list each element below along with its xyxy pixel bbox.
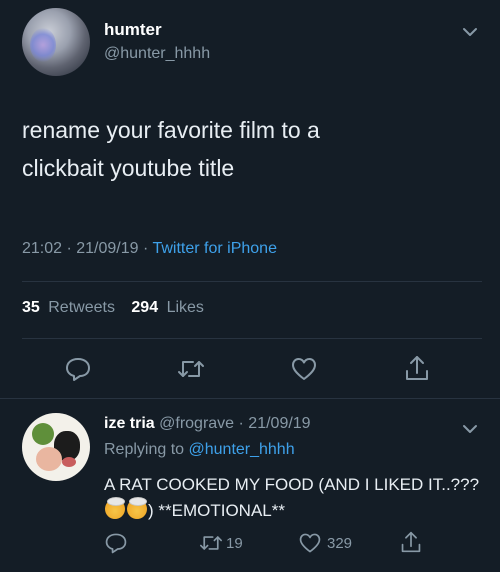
reply-display-name[interactable]: ize tria — [104, 415, 155, 432]
source-link[interactable]: Twitter for iPhone — [152, 240, 277, 257]
share-icon[interactable] — [400, 530, 422, 559]
user-handle[interactable]: @hunter_hhhh — [104, 45, 210, 63]
tweet-meta: 21:02 · 21/09/19 · Twitter for iPhone — [22, 240, 277, 258]
retweet-icon[interactable] — [198, 532, 224, 559]
divider — [0, 398, 500, 399]
exploding-head-emoji — [105, 497, 125, 519]
retweet-icon[interactable] — [176, 356, 206, 387]
likes-count[interactable]: 294 — [131, 299, 158, 316]
like-icon[interactable] — [298, 531, 322, 560]
tweet-text-line: rename your favorite film to a — [22, 117, 320, 143]
divider — [22, 338, 482, 339]
avatar[interactable] — [22, 8, 90, 76]
likes-label[interactable]: Likes — [167, 299, 204, 316]
retweets-count[interactable]: 35 — [22, 299, 40, 316]
divider — [22, 281, 482, 282]
engagement-stats: 35 Retweets 294 Likes — [22, 299, 208, 317]
reply-icon[interactable] — [64, 355, 92, 388]
tweet-text: rename your favorite film to a clickbait… — [22, 111, 462, 187]
reply-avatar[interactable] — [22, 413, 90, 481]
exploding-head-emoji — [127, 497, 147, 519]
timestamp: 21:02 · 21/09/19 · — [22, 240, 153, 257]
reply-text-part: ) **EMOTIONAL** — [148, 501, 285, 520]
replying-to: Replying to @hunter_hhhh — [104, 441, 295, 459]
reply-header: ize tria @frograve · 21/09/19 — [104, 415, 311, 433]
replying-to-label: Replying to — [104, 441, 189, 458]
display-name[interactable]: humter — [104, 20, 162, 40]
reply-text: A RAT COOKED MY FOOD (AND I LIKED IT..??… — [104, 472, 484, 524]
reply-like-count[interactable]: 329 — [327, 535, 352, 552]
reply-retweet-count[interactable]: 19 — [226, 535, 243, 552]
tweet-text-line: clickbait youtube title — [22, 155, 235, 181]
replying-to-handle[interactable]: @hunter_hhhh — [189, 441, 295, 458]
chevron-down-icon[interactable] — [462, 24, 478, 40]
chevron-down-icon[interactable] — [462, 421, 478, 437]
share-icon[interactable] — [404, 354, 430, 387]
reply-icon[interactable] — [104, 531, 128, 560]
reply-text-part: A RAT COOKED MY FOOD (AND I LIKED IT..??… — [104, 475, 480, 494]
retweets-label[interactable]: Retweets — [48, 299, 115, 316]
reply-handle-time[interactable]: @frograve · 21/09/19 — [159, 415, 310, 432]
like-icon[interactable] — [290, 355, 318, 388]
